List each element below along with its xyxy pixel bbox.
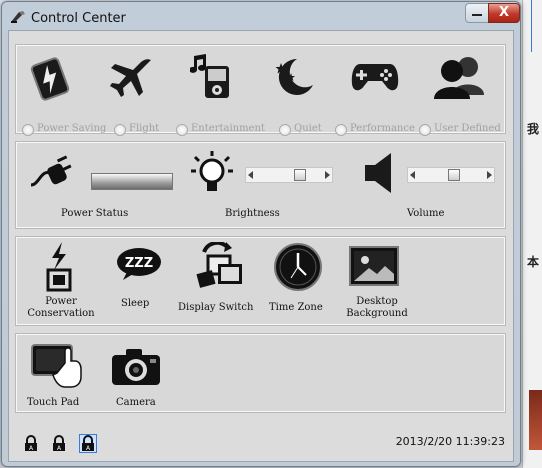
power-conservation-label: Power	[45, 296, 77, 307]
control-center-content: Power Saving Flight Entertainment Quiet …	[8, 30, 514, 462]
moon-stars-icon[interactable]	[271, 55, 315, 99]
power-status-bar	[91, 173, 173, 190]
camera-label: Camera	[116, 397, 156, 408]
airplane-icon[interactable]	[107, 56, 155, 100]
battery-bolt-icon[interactable]	[27, 55, 73, 101]
actions-panel: Power Conservation ZZZ Sleep Display Swi…	[15, 236, 506, 326]
status-bar: A A A 2013/2/20 11:39:23	[9, 429, 513, 459]
mode-label: Quiet	[294, 123, 322, 134]
window-title: Control Center	[31, 11, 126, 26]
gamepad-icon[interactable]	[350, 60, 400, 94]
mode-label: User Defined	[434, 123, 501, 134]
desktop-background-icon[interactable]	[349, 246, 399, 286]
desktop-background-label: Desktop	[356, 296, 398, 307]
power-plug-icon[interactable]	[29, 155, 79, 195]
slider-right-arrow-icon[interactable]	[487, 171, 492, 179]
background-photo	[529, 390, 542, 450]
minimize-button[interactable]	[465, 3, 488, 23]
background-text: 本	[527, 255, 540, 269]
caps-lock-icon: A	[25, 435, 37, 452]
datetime-display: 2013/2/20 11:39:23	[395, 435, 505, 448]
devices-panel: Touch Pad Camera	[15, 333, 506, 413]
brightness-slider-thumb[interactable]	[293, 169, 306, 181]
desktop-background-label-2: Background	[346, 308, 408, 319]
num-lock-icon: A	[53, 435, 65, 452]
lightbulb-icon[interactable]	[189, 149, 235, 197]
mode-label: Entertainment	[191, 123, 265, 134]
power-conservation-label-2: Conservation	[27, 308, 95, 319]
sleep-zzz-icon[interactable]: ZZZ	[115, 246, 163, 282]
users-icon[interactable]	[434, 55, 486, 99]
radio-button[interactable]	[335, 124, 347, 136]
slider-left-arrow-icon[interactable]	[410, 171, 415, 179]
app-icon	[11, 11, 25, 23]
clock-icon[interactable]	[273, 242, 323, 292]
mode-label: Flight	[129, 123, 160, 134]
close-button[interactable]: X	[488, 3, 520, 23]
radio-button[interactable]	[22, 124, 34, 136]
display-switch-label: Display Switch	[178, 302, 254, 313]
camera-icon[interactable]	[110, 347, 162, 387]
volume-label: Volume	[407, 208, 445, 219]
settings-panel: Power Status Brightness Volume	[15, 141, 506, 229]
slider-left-arrow-icon[interactable]	[248, 171, 253, 179]
modes-panel: Power Saving Flight Entertainment Quiet …	[15, 44, 506, 136]
brightness-label: Brightness	[225, 208, 280, 219]
brightness-slider[interactable]	[245, 167, 333, 183]
background-window: 我 本	[522, 0, 542, 468]
slider-right-arrow-icon[interactable]	[325, 171, 330, 179]
control-center-window: Control Center X Power Saving Flight Ent…	[1, 1, 521, 467]
touch-pad-label: Touch Pad	[27, 397, 80, 408]
radio-button[interactable]	[176, 124, 188, 136]
volume-slider[interactable]	[407, 167, 495, 183]
display-switch-icon[interactable]	[196, 242, 246, 290]
sleep-label: Sleep	[121, 298, 150, 309]
radio-button[interactable]	[279, 124, 291, 136]
radio-button[interactable]	[419, 124, 431, 136]
title-bar[interactable]: Control Center X	[2, 2, 520, 32]
mode-label: Performance	[350, 123, 415, 134]
speaker-icon[interactable]	[363, 151, 395, 195]
scroll-lock-icon: A	[79, 434, 97, 453]
background-text: 我	[527, 122, 540, 136]
mode-label: Power Saving	[37, 123, 107, 134]
radio-button[interactable]	[114, 124, 126, 136]
minimize-icon	[472, 14, 482, 16]
music-player-icon[interactable]	[190, 52, 234, 100]
volume-slider-thumb[interactable]	[447, 169, 460, 181]
time-zone-label: Time Zone	[269, 302, 323, 313]
touchpad-icon[interactable]	[31, 343, 85, 389]
svg-text:ZZZ: ZZZ	[125, 256, 153, 271]
power-status-label: Power Status	[61, 208, 129, 219]
power-conservation-icon[interactable]	[42, 242, 76, 292]
